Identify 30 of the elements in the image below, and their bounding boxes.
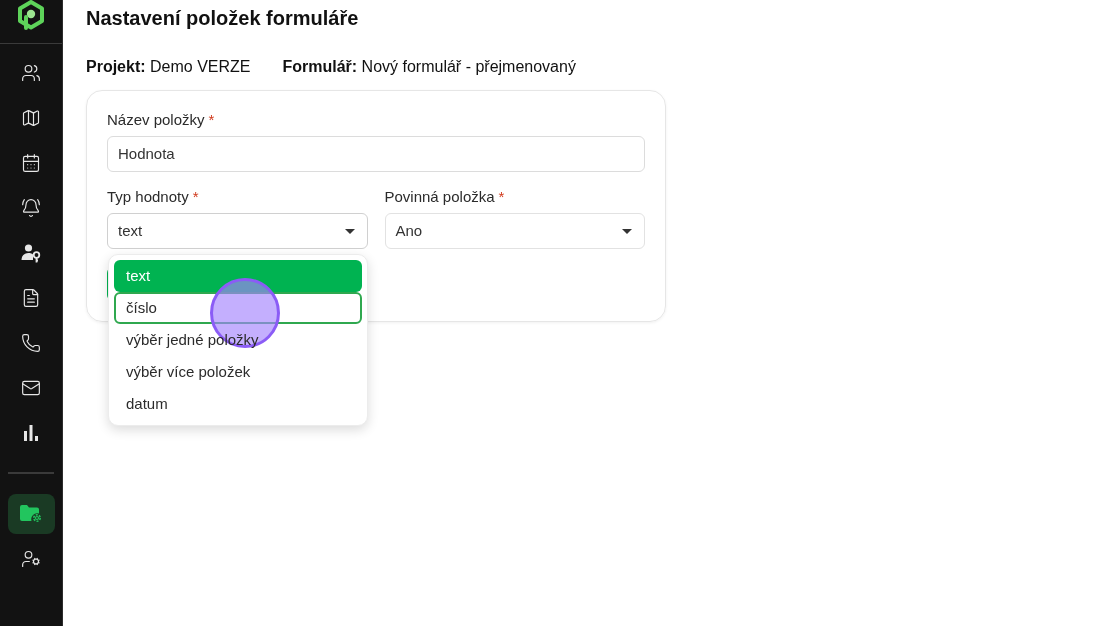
required-mark: * xyxy=(208,111,215,129)
mail-icon xyxy=(21,378,41,398)
user-gear-icon xyxy=(21,549,41,569)
info-text: Formulář: Nový formulář - přejmenovaný xyxy=(282,57,576,77)
caret-icon xyxy=(344,228,355,234)
field-label: Název položky xyxy=(107,111,205,129)
logo-icon xyxy=(17,0,45,30)
page-title: Nastavení položek formuláře xyxy=(86,6,360,31)
calendar-icon xyxy=(21,153,41,173)
info-text: Projekt: Demo VERZE xyxy=(86,57,251,77)
required-mark: * xyxy=(498,188,505,206)
select-value: text xyxy=(118,220,143,241)
map-icon xyxy=(21,108,41,128)
bar-chart-icon xyxy=(23,425,39,441)
user-key-icon xyxy=(21,243,41,263)
bell-icon xyxy=(21,198,41,218)
field-label: Typ hodnoty xyxy=(107,188,189,206)
select-field[interactable]: text xyxy=(107,213,368,249)
text-input[interactable]: Hodnota xyxy=(107,136,645,172)
caret-icon xyxy=(622,228,632,234)
phone-icon xyxy=(21,333,41,353)
folder-gear-icon xyxy=(20,505,42,523)
required-mark: * xyxy=(192,188,199,206)
sidebar-nav-button[interactable] xyxy=(7,494,55,534)
field-label: Povinná položka xyxy=(384,188,495,206)
users-icon xyxy=(21,63,41,83)
document-icon xyxy=(21,288,41,308)
select-field[interactable]: Ano xyxy=(384,213,645,249)
select-value: Ano xyxy=(395,220,423,241)
dropdown-option[interactable]: číslo xyxy=(114,292,362,324)
